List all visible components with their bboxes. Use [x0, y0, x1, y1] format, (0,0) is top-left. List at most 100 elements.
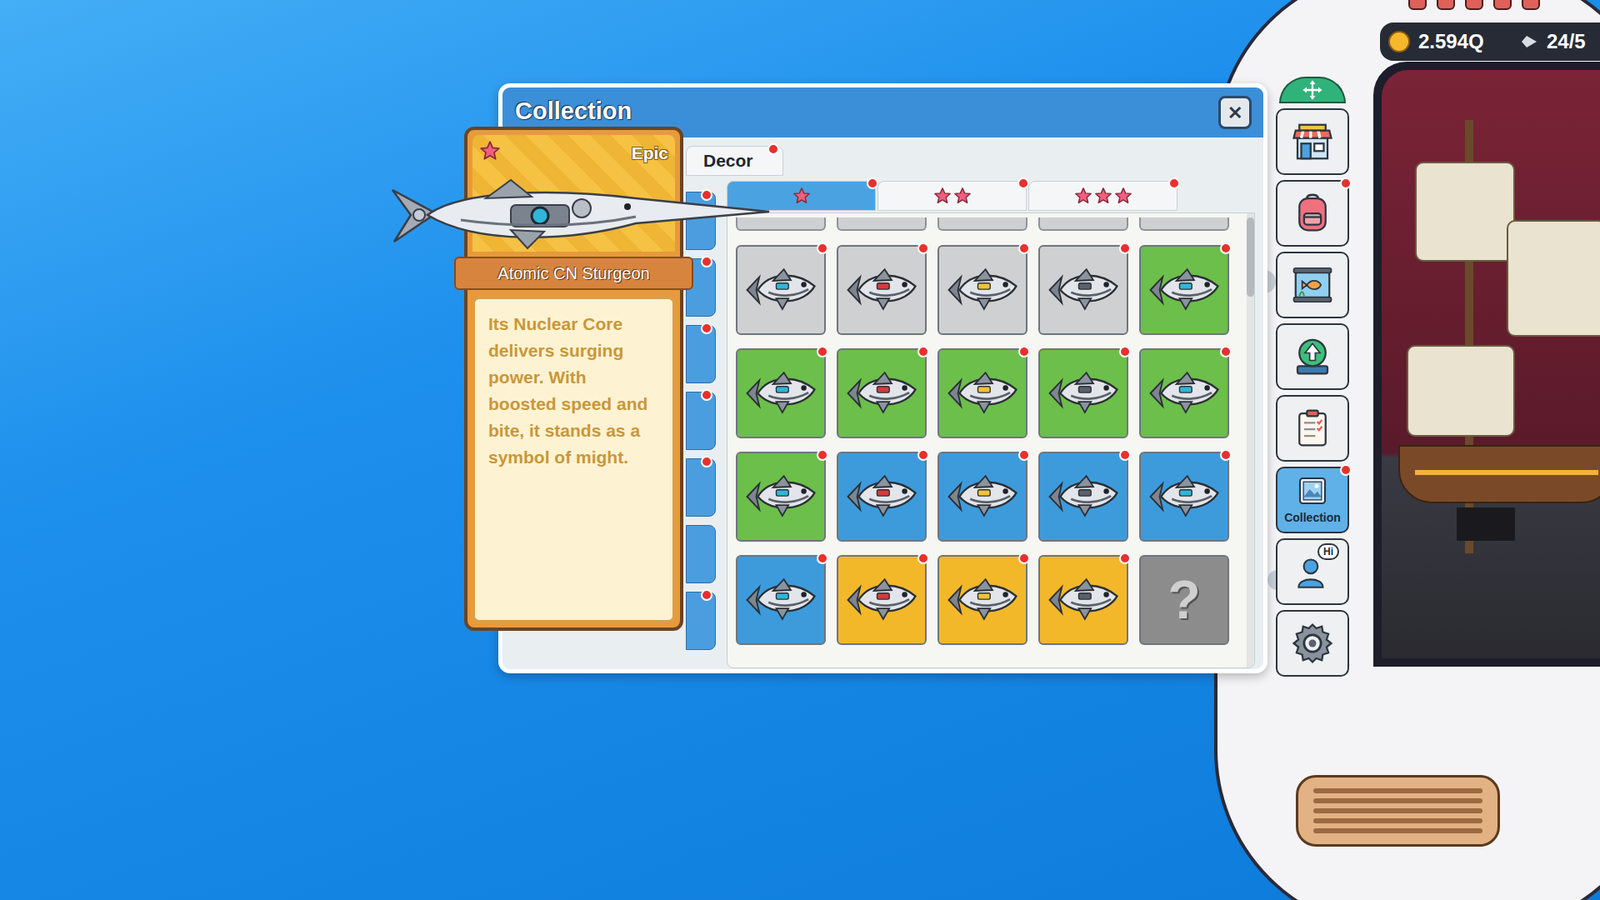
shop-button[interactable] — [1275, 108, 1350, 175]
fish-cell[interactable] — [1139, 245, 1230, 335]
status-bar: 2.594Q24/5 — [1380, 22, 1600, 61]
fish-icon — [944, 570, 1021, 630]
new-dot — [1018, 345, 1030, 358]
sturgeon-icon — [385, 165, 778, 265]
upgrade-icon — [1290, 334, 1335, 380]
collection-button[interactable]: Collection — [1275, 466, 1350, 534]
collection-main: ? — [726, 180, 1255, 670]
side-tab[interactable] — [685, 191, 716, 250]
fish-cell[interactable] — [735, 555, 826, 645]
side-tab[interactable] — [685, 591, 716, 650]
fish-icon — [742, 570, 820, 630]
fish-capacity: 24/5 — [1546, 26, 1586, 57]
fish-cell[interactable] — [937, 555, 1028, 645]
upgrade-button[interactable] — [1275, 323, 1350, 390]
top-icon[interactable] — [1521, 0, 1540, 10]
fish-cell[interactable] — [1139, 348, 1230, 439]
star-tab[interactable] — [1028, 180, 1178, 211]
grid-scroll[interactable]: ? — [727, 213, 1247, 668]
detail-card: EpicAtomic CN SturgeonIts Nuclear Core d… — [464, 126, 684, 631]
cell-edge — [1139, 217, 1230, 231]
fish-cell[interactable] — [836, 348, 927, 439]
cell-edge — [937, 217, 1028, 231]
side-tab[interactable] — [685, 391, 716, 450]
top-icon[interactable] — [1436, 0, 1455, 10]
new-dot — [767, 143, 780, 155]
fish-cell[interactable] — [836, 555, 927, 645]
star-tabs — [726, 180, 1255, 211]
description-box: Its Nuclear Core delivers surging power.… — [472, 296, 675, 623]
fish-cell[interactable]: ? — [1139, 555, 1230, 645]
aquarium-button[interactable] — [1275, 251, 1350, 319]
fish-cell[interactable] — [735, 245, 826, 335]
fish-cell[interactable] — [735, 451, 826, 542]
new-dot — [700, 389, 713, 401]
fish-cell[interactable] — [1038, 348, 1129, 439]
new-dot — [917, 552, 930, 565]
top-icons — [1408, 0, 1540, 10]
new-dot — [917, 242, 930, 255]
star-tab[interactable] — [726, 180, 876, 211]
tank-scene — [1381, 70, 1600, 659]
fish-icon — [944, 364, 1021, 423]
new-dot — [917, 449, 930, 461]
fish-cell[interactable] — [1139, 451, 1230, 542]
fish-cell[interactable] — [836, 245, 927, 335]
rarity-stars — [479, 140, 501, 162]
aquarium-icon — [1290, 262, 1335, 308]
move-button[interactable] — [1279, 76, 1346, 104]
fish-name: Atomic CN Sturgeon — [497, 260, 650, 286]
fish-icon — [1045, 467, 1122, 526]
star-icons — [1074, 186, 1133, 205]
backpack-button[interactable] — [1275, 180, 1350, 247]
side-tab[interactable] — [685, 525, 716, 584]
side-toolbar: Collection Hi — [1275, 76, 1350, 677]
top-icon[interactable] — [1408, 0, 1427, 10]
fish-icon — [1145, 260, 1223, 320]
new-dot — [700, 455, 713, 468]
top-icon[interactable] — [1465, 0, 1484, 10]
new-dot — [700, 189, 713, 201]
star-tab[interactable] — [877, 180, 1027, 211]
new-dot — [1018, 242, 1030, 255]
fish-cell[interactable] — [1038, 555, 1129, 645]
fish-cell[interactable] — [1038, 451, 1129, 542]
fish-cell[interactable] — [1038, 245, 1129, 335]
name-banner: Atomic CN Sturgeon — [454, 256, 694, 290]
toolbar-label: Collection — [1284, 509, 1341, 527]
fish-icon — [742, 260, 820, 320]
side-tab[interactable] — [685, 458, 716, 517]
fish-icon — [944, 467, 1021, 526]
ship-stand — [1456, 507, 1515, 541]
fish-cell[interactable] — [735, 348, 826, 439]
fish-cell[interactable] — [937, 348, 1028, 439]
close-button[interactable]: ✕ — [1218, 95, 1252, 130]
shop-icon — [1290, 119, 1335, 165]
tank-window — [1373, 61, 1600, 667]
new-dot — [1340, 177, 1352, 190]
hi-bubble: Hi — [1317, 543, 1340, 560]
new-dot — [1340, 464, 1352, 476]
fish-cell[interactable] — [937, 245, 1028, 335]
fish-cell[interactable] — [937, 451, 1028, 542]
fish-icon — [843, 364, 920, 423]
quests-button[interactable] — [1275, 395, 1350, 462]
unknown-label: ? — [1167, 560, 1200, 640]
unknown-icon: ? — [1167, 560, 1200, 640]
settings-button[interactable] — [1275, 610, 1350, 677]
scrollbar-thumb[interactable] — [1246, 217, 1255, 297]
collection-content: ? — [685, 180, 1255, 670]
category-tab[interactable]: Decor — [685, 145, 784, 176]
top-icon[interactable] — [1493, 0, 1512, 10]
new-dot — [1119, 552, 1131, 565]
profile-button[interactable]: Hi — [1275, 538, 1350, 605]
side-tab[interactable] — [685, 325, 716, 384]
new-dot — [1220, 345, 1232, 358]
category-tab-label: Decor — [703, 147, 754, 175]
fish-cell[interactable] — [836, 451, 927, 542]
new-dot — [700, 322, 713, 335]
new-dot — [816, 449, 829, 461]
grille-bar — [1313, 798, 1483, 804]
collection-icon — [1295, 474, 1330, 508]
scrollbar[interactable] — [1246, 213, 1255, 668]
